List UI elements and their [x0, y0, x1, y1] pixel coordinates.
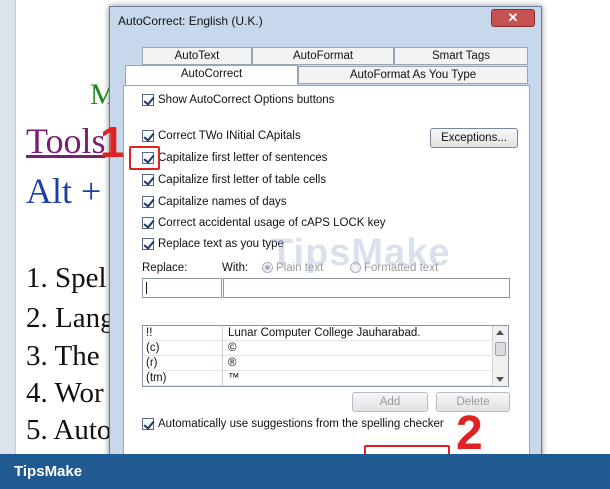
add-button[interactable]: Add: [352, 392, 428, 412]
text-caret: [146, 282, 147, 294]
list-value: ®: [228, 357, 237, 369]
replacement-list[interactable]: !! Lunar Computer College Jauharabad. (c)…: [142, 325, 509, 387]
checkbox-checked[interactable]: [142, 217, 154, 229]
scroll-up-icon[interactable]: [496, 330, 504, 335]
tipsmake-watermark: TipsMake: [270, 232, 451, 274]
checkbox-checked[interactable]: [142, 94, 154, 106]
dialog-titlebar[interactable]: AutoCorrect: English (U.K.) ✕: [110, 7, 541, 35]
option-correct-caps-lock[interactable]: Correct accidental usage of cAPS LOCK ke…: [142, 217, 386, 233]
list-scrollbar[interactable]: [492, 326, 508, 386]
scroll-thumb[interactable]: [495, 342, 506, 356]
tipsmake-logo: TipsMake: [14, 463, 83, 480]
list-item[interactable]: !! Lunar Computer College Jauharabad.: [143, 326, 493, 341]
list-key: (c): [146, 342, 160, 354]
checkbox-checked[interactable]: [142, 418, 154, 430]
option-spelling-suggestions[interactable]: Automatically use suggestions from the s…: [142, 418, 444, 434]
checkbox-checked[interactable]: [142, 174, 154, 186]
option-correct-two-initial-capitals[interactable]: Correct TWo INitial CApitals: [142, 130, 301, 146]
scroll-down-icon[interactable]: [496, 377, 504, 382]
footer-bar: TipsMake: [0, 454, 610, 489]
tab-autoformat-as-you-type[interactable]: AutoFormat As You Type: [298, 66, 528, 84]
list-key: (tm): [146, 372, 167, 384]
list-key: (r): [146, 357, 158, 369]
list-key: !!: [146, 327, 153, 339]
doc-list-item: 3. The: [26, 340, 100, 372]
list-item[interactable]: (tm) ™: [143, 371, 493, 386]
checkbox-checked[interactable]: [142, 238, 154, 250]
doc-list-item: 5. Auto: [26, 414, 112, 446]
tab-autotext[interactable]: AutoText: [142, 47, 252, 65]
option-show-autocorrect-buttons[interactable]: Show AutoCorrect Options buttons: [142, 94, 334, 110]
doc-list-item: 4. Wor: [26, 377, 104, 409]
doc-list-item: 2. Lang: [26, 302, 115, 334]
dialog-title: AutoCorrect: English (U.K.): [118, 14, 263, 28]
list-item[interactable]: (r) ®: [143, 356, 493, 371]
highlight-box-checkbox: [129, 146, 160, 170]
document-left-margin: [0, 0, 16, 489]
with-input[interactable]: [223, 278, 510, 298]
replace-label: Replace:: [142, 262, 188, 274]
list-value: Lunar Computer College Jauharabad.: [228, 327, 421, 339]
with-label: With:: [222, 262, 249, 274]
option-capitalize-days[interactable]: Capitalize names of days: [142, 196, 286, 212]
checkbox-checked[interactable]: [142, 196, 154, 208]
close-button[interactable]: ✕: [491, 9, 535, 27]
tab-smart-tags[interactable]: Smart Tags: [394, 47, 528, 65]
tab-autocorrect[interactable]: AutoCorrect: [125, 65, 298, 85]
option-capitalize-sentences[interactable]: Capitalize first letter of sentences: [142, 152, 327, 168]
list-value: ©: [228, 342, 237, 354]
list-value: ™: [228, 372, 240, 384]
tab-autoformat[interactable]: AutoFormat: [252, 47, 394, 65]
doc-tools-text: Tools: [26, 121, 106, 161]
step-number-1: 1: [100, 118, 125, 167]
step-number-2: 2: [456, 407, 483, 460]
list-item[interactable]: (c) ©: [143, 341, 493, 356]
checkbox-checked[interactable]: [142, 130, 154, 142]
option-replace-as-you-type[interactable]: Replace text as you type: [142, 238, 284, 254]
option-capitalize-table-cells[interactable]: Capitalize first letter of table cells: [142, 174, 326, 190]
doc-list-item: 1. Spel: [26, 262, 107, 294]
exceptions-button[interactable]: Exceptions...: [430, 128, 518, 148]
replace-input[interactable]: [142, 278, 222, 298]
doc-shortcut-text: Alt +: [26, 171, 102, 211]
